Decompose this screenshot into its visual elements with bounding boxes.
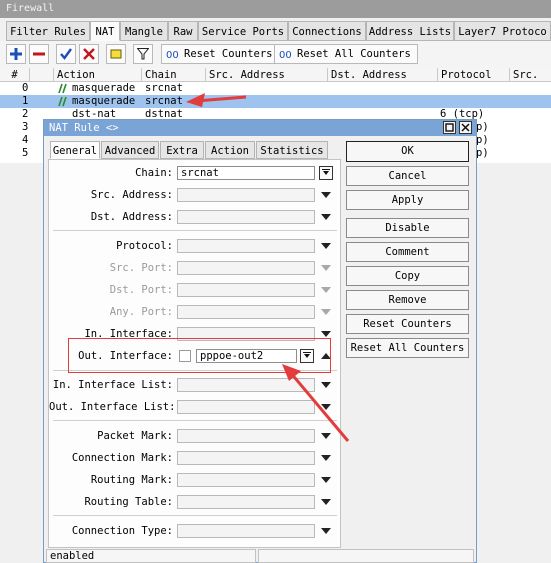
arrow-head-icon	[282, 364, 301, 381]
annotation-arrows	[186, 93, 350, 442]
arrow-head-icon	[186, 93, 205, 107]
